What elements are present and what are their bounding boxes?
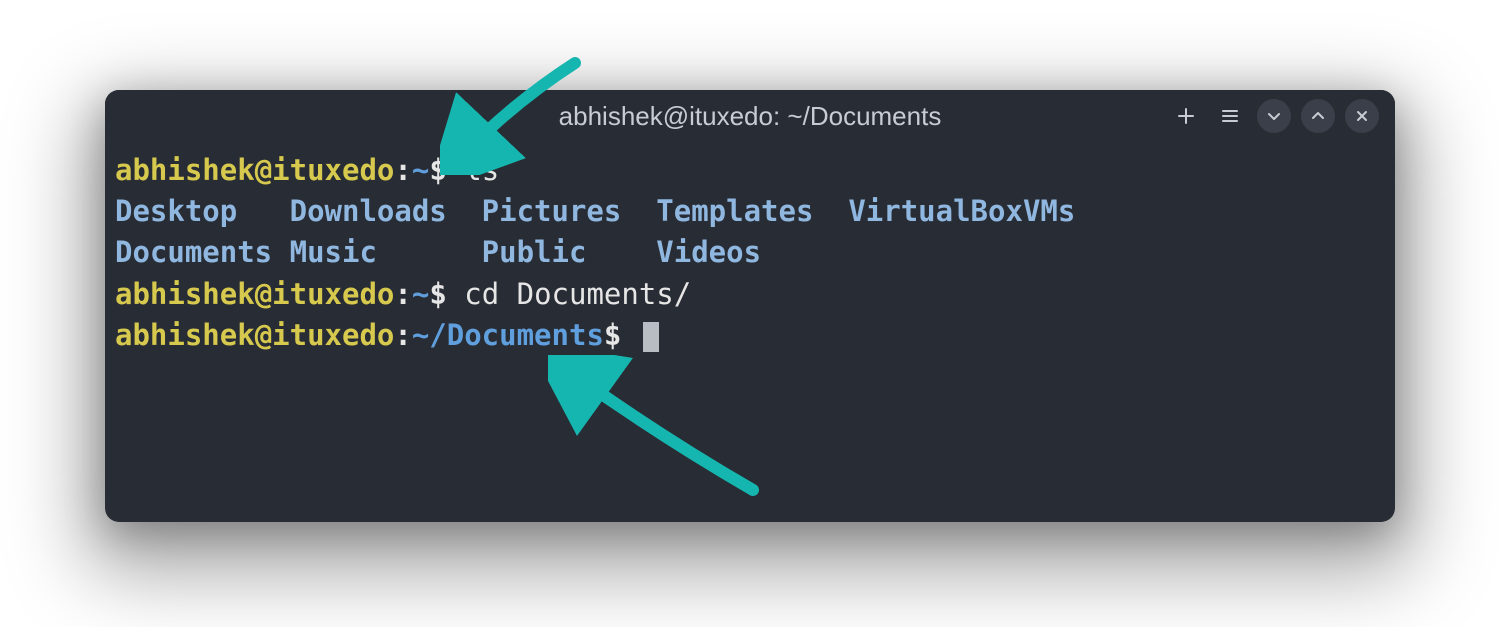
prompt-at: @ (255, 153, 272, 187)
prompt-user: abhishek (115, 318, 255, 352)
maximize-button[interactable] (1301, 99, 1335, 133)
prompt-host: ituxedo (272, 277, 394, 311)
terminal-body[interactable]: abhishek@ituxedo:~$ ls Desktop Downloads… (105, 142, 1395, 522)
prompt-line: abhishek@ituxedo:~$ cd Documents/ (115, 274, 1385, 315)
directory-name: Public (482, 235, 657, 269)
chevron-down-icon (1266, 108, 1282, 124)
prompt-user: abhishek (115, 277, 255, 311)
close-icon (1355, 109, 1369, 123)
ls-output-row: Desktop Downloads Pictures Templates Vir… (115, 191, 1385, 232)
directory-name: Music (290, 235, 482, 269)
directory-name: Pictures (482, 194, 657, 228)
prompt-host: ituxedo (272, 153, 394, 187)
prompt-line: abhishek@ituxedo:~/Documents$ (115, 315, 1385, 356)
new-tab-button[interactable] (1169, 99, 1203, 133)
prompt-at: @ (255, 318, 272, 352)
prompt-dollar: $ (429, 277, 464, 311)
prompt-path: ~ (412, 277, 429, 311)
directory-name: VirtualBoxVMs (848, 194, 1075, 228)
terminal-window: abhishek@ituxedo: ~/Documents abhishek@i… (105, 90, 1395, 522)
directory-name: Desktop (115, 194, 290, 228)
prompt-user: abhishek (115, 153, 255, 187)
directory-name: Videos (656, 235, 761, 269)
prompt-dollar: $ (429, 153, 464, 187)
close-button[interactable] (1345, 99, 1379, 133)
prompt-path: ~/Documents (412, 318, 604, 352)
command-text: ls (464, 153, 499, 187)
directory-name: Downloads (290, 194, 482, 228)
prompt-colon: : (394, 153, 411, 187)
menu-button[interactable] (1213, 99, 1247, 133)
prompt-colon: : (394, 318, 411, 352)
titlebar: abhishek@ituxedo: ~/Documents (105, 90, 1395, 142)
prompt-line: abhishek@ituxedo:~$ ls (115, 150, 1385, 191)
command-text: cd Documents/ (464, 277, 691, 311)
prompt-at: @ (255, 277, 272, 311)
titlebar-controls (1169, 99, 1379, 133)
prompt-colon: : (394, 277, 411, 311)
prompt-path: ~ (412, 153, 429, 187)
chevron-up-icon (1310, 108, 1326, 124)
window-title: abhishek@ituxedo: ~/Documents (559, 101, 942, 132)
directory-name: Templates (656, 194, 848, 228)
ls-output-row: Documents Music Public Videos (115, 232, 1385, 273)
plus-icon (1176, 106, 1196, 126)
hamburger-icon (1220, 106, 1240, 126)
minimize-button[interactable] (1257, 99, 1291, 133)
directory-name: Documents (115, 235, 290, 269)
prompt-dollar: $ (604, 318, 639, 352)
prompt-host: ituxedo (272, 318, 394, 352)
cursor-block (643, 322, 659, 352)
